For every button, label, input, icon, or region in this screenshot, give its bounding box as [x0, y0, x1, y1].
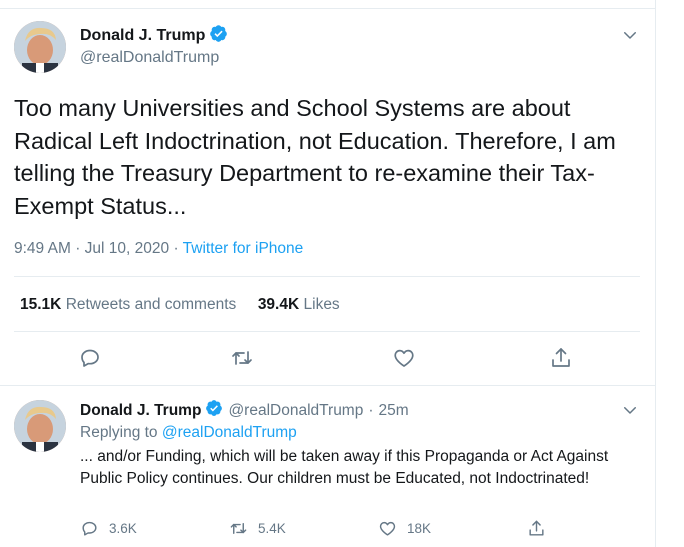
reply-icon[interactable]	[78, 346, 102, 370]
meta-separator: ·	[368, 401, 374, 419]
verified-badge-icon	[205, 399, 223, 422]
tweet-text: Too many Universities and School Systems…	[14, 95, 616, 219]
heart-icon	[379, 521, 396, 536]
retweets-label: Retweets and comments	[65, 296, 237, 313]
engagement-stats: 15.1K Retweets and comments 39.4K Likes	[20, 296, 340, 314]
tweet-time[interactable]: 9:49 AM	[14, 240, 71, 257]
reply-icon	[82, 521, 97, 536]
likes-stat[interactable]: 39.4K Likes	[258, 296, 340, 313]
like-action[interactable]: 18K	[378, 518, 431, 538]
share-action[interactable]	[527, 518, 556, 538]
avatar[interactable]	[14, 400, 66, 452]
chevron-down-icon[interactable]	[621, 26, 639, 44]
replying-prefix: Replying to	[80, 424, 158, 441]
retweet-icon[interactable]	[230, 346, 254, 370]
retweet-icon	[230, 522, 247, 534]
heart-icon[interactable]	[392, 346, 416, 370]
meta-separator: ·	[75, 240, 81, 257]
reply-count: 3.6K	[109, 520, 137, 536]
retweets-count: 15.1K	[20, 296, 62, 313]
divider	[14, 276, 640, 277]
verified-badge-icon	[209, 24, 228, 48]
display-name[interactable]: Donald J. Trump	[80, 27, 205, 45]
replying-handle-link[interactable]: @realDonaldTrump	[162, 424, 297, 441]
top-divider	[0, 8, 656, 9]
author-row: Donald J. Trump	[80, 24, 228, 48]
tweet-date[interactable]: Jul 10, 2020	[85, 240, 169, 257]
chevron-down-icon[interactable]	[621, 401, 639, 419]
retweet-count: 5.4K	[258, 520, 286, 536]
divider	[0, 385, 656, 386]
author-handle[interactable]: @realDonaldTrump	[228, 402, 363, 420]
tweet-source-link[interactable]: Twitter for iPhone	[183, 240, 304, 257]
retweets-stat[interactable]: 15.1K Retweets and comments	[20, 296, 241, 313]
meta-separator: ·	[173, 240, 179, 257]
avatar[interactable]	[14, 21, 66, 73]
reply-tweet-text: ... and/or Funding, which will be taken …	[80, 448, 609, 487]
display-name[interactable]: Donald J. Trump	[80, 402, 201, 420]
tweet-age[interactable]: 25m	[379, 402, 409, 420]
retweet-action[interactable]: 5.4K	[229, 518, 286, 538]
likes-count: 39.4K	[257, 296, 300, 313]
reply-action[interactable]: 3.6K	[80, 518, 137, 538]
reply-author-row: Donald J. Trump @realDonaldTrump · 25m	[80, 399, 409, 422]
replying-to: Replying to @realDonaldTrump	[80, 424, 297, 442]
share-icon	[529, 520, 544, 536]
share-icon[interactable]	[549, 346, 573, 370]
tweet-meta: 9:49 AM · Jul 10, 2020 · Twitter for iPh…	[14, 240, 303, 258]
author-handle[interactable]: @realDonaldTrump	[80, 49, 219, 67]
likes-label: Likes	[303, 296, 340, 313]
like-count: 18K	[407, 520, 432, 536]
divider	[14, 331, 640, 332]
